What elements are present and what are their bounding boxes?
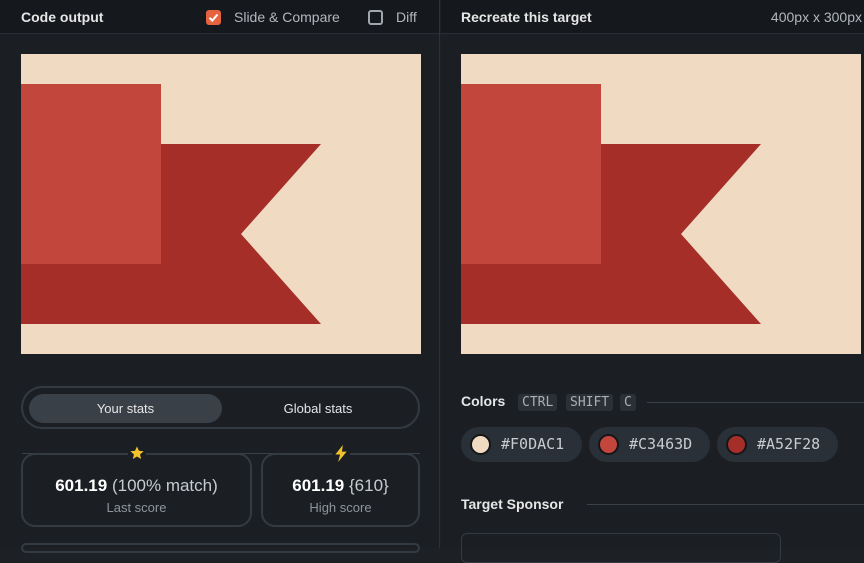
high-score-card: 601.19 {610} High score [261, 453, 420, 527]
color-chip-2[interactable]: #C3463D [589, 427, 710, 462]
code-output-panel: Code output Slide & Compare Diff Your st… [0, 0, 440, 553]
diff-label[interactable]: Diff [396, 9, 417, 25]
last-score-value: 601.19 (100% match) [55, 476, 218, 495]
slide-compare-label[interactable]: Slide & Compare [234, 9, 340, 25]
diff-checkbox[interactable] [368, 10, 383, 25]
lightning-icon [332, 445, 350, 463]
high-score-label: High score [309, 500, 372, 515]
high-score-value: 601.19 {610} [292, 476, 389, 495]
target-title: Recreate this target [461, 9, 592, 25]
last-score-card: 601.19 (100% match) Last score [21, 453, 252, 527]
target-header: Recreate this target 400px x 300px [441, 0, 864, 34]
checkmark-icon [208, 13, 219, 22]
target-panel: Recreate this target 400px x 300px Color… [441, 0, 864, 563]
color-chip-3[interactable]: #A52F28 [717, 427, 838, 462]
tab-your-stats[interactable]: Your stats [29, 394, 222, 423]
colors-heading: Colors [461, 393, 506, 409]
color-swatch [726, 434, 747, 455]
color-hex-label: #F0DAC1 [501, 435, 565, 453]
color-swatch [598, 434, 619, 455]
star-icon [128, 445, 146, 463]
code-output-canvas[interactable] [21, 54, 421, 354]
colors-divider [647, 402, 864, 403]
sponsor-heading: Target Sponsor [461, 496, 564, 512]
color-chip-1[interactable]: #F0DAC1 [461, 427, 582, 462]
output-square-shape [21, 84, 161, 264]
sponsor-divider [587, 504, 864, 505]
target-canvas [461, 54, 861, 354]
color-hex-label: #C3463D [629, 435, 693, 453]
color-swatch [470, 434, 491, 455]
target-dimensions: 400px x 300px [770, 9, 862, 25]
kbd-ctrl: CTRL [518, 394, 558, 411]
last-score-label: Last score [106, 500, 167, 515]
sponsor-box[interactable] [461, 533, 781, 563]
bottom-panel-edge [21, 543, 420, 553]
target-square-shape [461, 84, 601, 264]
tab-global-stats[interactable]: Global stats [224, 394, 412, 423]
kbd-c: C [620, 394, 636, 411]
code-output-header: Code output Slide & Compare Diff [0, 0, 439, 34]
stats-toggle: Your stats Global stats [21, 386, 420, 429]
code-output-title: Code output [21, 9, 104, 25]
kbd-shift: SHIFT [566, 394, 614, 411]
slide-compare-checkbox[interactable] [206, 10, 221, 25]
color-hex-label: #A52F28 [757, 435, 821, 453]
